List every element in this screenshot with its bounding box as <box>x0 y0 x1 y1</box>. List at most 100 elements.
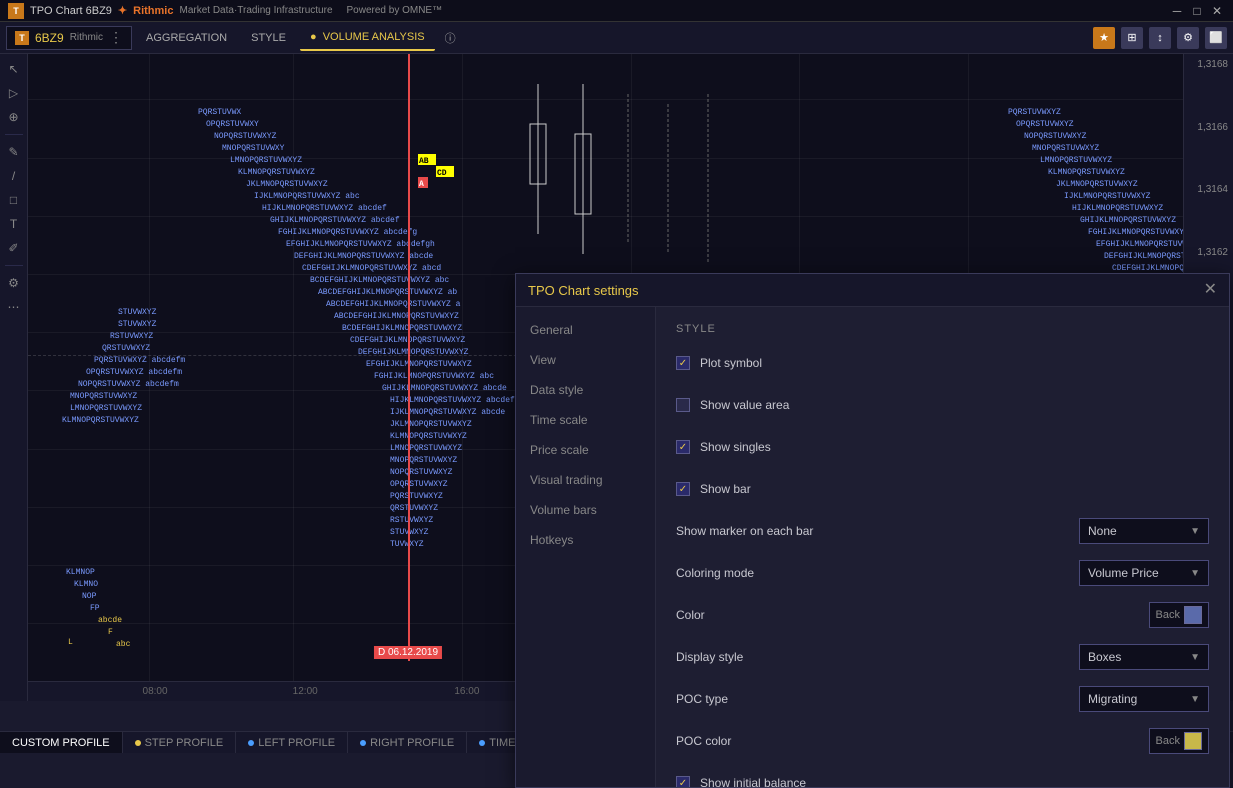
svg-text:NOP: NOP <box>82 592 97 601</box>
svg-text:FGHIJKLMNOPQRSTUVWXYZ abcdefg: FGHIJKLMNOPQRSTUVWXYZ abcdefg <box>278 228 417 237</box>
aggregation-tab[interactable]: AGGREGATION <box>136 25 237 51</box>
svg-text:KLMNOPQRSTUVWXYZ: KLMNOPQRSTUVWXYZ <box>238 168 315 177</box>
show-singles-label: Show singles <box>700 440 1209 454</box>
svg-text:LMNOPQRSTUVWXYZ: LMNOPQRSTUVWXYZ <box>1040 156 1112 165</box>
nav-time-scale[interactable]: Time scale <box>516 405 655 435</box>
fullscreen-icon[interactable]: ⬜ <box>1205 27 1227 49</box>
svg-text:FP: FP <box>90 604 100 613</box>
current-bar-indicator <box>408 54 410 661</box>
show-marker-dropdown[interactable]: None ▼ <box>1079 518 1209 544</box>
show-bar-row: Show bar <box>676 475 1209 503</box>
rect-tool-button[interactable]: □ <box>3 189 25 211</box>
coloring-mode-row: Coloring mode Volume Price ▼ <box>676 559 1209 587</box>
svg-text:PQRSTUVWXYZ: PQRSTUVWXYZ <box>1008 108 1061 117</box>
pointer-tool-button[interactable]: ▷ <box>3 82 25 104</box>
svg-text:BCDEFGHIJKLMNOPQRSTUVWXYZ abc: BCDEFGHIJKLMNOPQRSTUVWXYZ abc <box>310 276 449 285</box>
poc-color-row: POC color Back <box>676 727 1209 755</box>
volume-analysis-dot: ● <box>310 31 317 43</box>
svg-text:OPQRSTUVWXYZ abcdefm: OPQRSTUVWXYZ abcdefm <box>86 368 182 377</box>
nav-hotkeys[interactable]: Hotkeys <box>516 525 655 555</box>
show-initial-balance-checkbox[interactable] <box>676 776 690 787</box>
instrument-broker: Rithmic <box>70 32 103 43</box>
svg-text:IJKLMNOPQRSTUVWXYZ: IJKLMNOPQRSTUVWXYZ <box>1064 192 1151 201</box>
crosshair-tool-button[interactable]: ⊕ <box>3 106 25 128</box>
settings-tool-button[interactable]: ⚙ <box>3 272 25 294</box>
svg-text:TUVWXYZ: TUVWXYZ <box>390 540 424 549</box>
nav-data-style[interactable]: Data style <box>516 375 655 405</box>
nav-volume-bars[interactable]: Volume bars <box>516 495 655 525</box>
svg-text:GHIJKLMNOPQRSTUVWXYZ: GHIJKLMNOPQRSTUVWXYZ <box>1080 216 1176 225</box>
text-tool-button[interactable]: T <box>3 213 25 235</box>
tab-custom-profile[interactable]: CUSTOM PROFILE <box>0 732 123 753</box>
color-label: Color <box>676 608 1149 622</box>
color-swatch[interactable]: Back <box>1149 602 1209 628</box>
settings-icon[interactable]: ⚙ <box>1177 27 1199 49</box>
svg-text:MNOPQRSTUVWXYZ: MNOPQRSTUVWXYZ <box>1032 144 1099 153</box>
maximize-button[interactable]: □ <box>1189 3 1205 19</box>
svg-text:KLMNOPQRSTUVWXYZ: KLMNOPQRSTUVWXYZ <box>390 432 467 441</box>
svg-text:OPQRSTUVWXYZ: OPQRSTUVWXYZ <box>390 480 448 489</box>
plot-symbol-checkbox[interactable] <box>676 356 690 370</box>
svg-text:FGHIJKLMNOPQRSTUVWXYZ: FGHIJKLMNOPQRSTUVWXYZ <box>1088 228 1183 237</box>
cursor-tool-button[interactable]: ↖ <box>3 58 25 80</box>
line-tool-button[interactable]: / <box>3 165 25 187</box>
custom-profile-label: CUSTOM PROFILE <box>12 737 110 749</box>
color-swatch-label: Back <box>1156 609 1180 621</box>
style-tab[interactable]: STYLE <box>241 25 296 51</box>
svg-text:CDEFGHIJKLMNOPQRSTUVWXYZ: CDEFGHIJKLMNOPQRSTUVWXYZ <box>1112 264 1183 273</box>
close-button[interactable]: ✕ <box>1209 3 1225 19</box>
watchlist-icon[interactable]: ★ <box>1093 27 1115 49</box>
powered-by: Powered by OMNE™ <box>347 5 443 16</box>
poc-type-value: Migrating <box>1088 692 1184 706</box>
svg-text:CD: CD <box>437 169 447 178</box>
settings-body: General View Data style Time scale Price… <box>516 307 1229 787</box>
poc-color-swatch-box <box>1184 732 1202 750</box>
nav-view[interactable]: View <box>516 345 655 375</box>
show-singles-checkbox[interactable] <box>676 440 690 454</box>
minimize-button[interactable]: ─ <box>1169 3 1185 19</box>
nav-general[interactable]: General <box>516 315 655 345</box>
poc-type-dropdown[interactable]: Migrating ▼ <box>1079 686 1209 712</box>
svg-text:MNOPQRSTUVWXY: MNOPQRSTUVWXY <box>222 144 285 153</box>
more-tools-button[interactable]: ⋯ <box>3 296 25 318</box>
coloring-mode-dropdown[interactable]: Volume Price ▼ <box>1079 560 1209 586</box>
settings-nav: General View Data style Time scale Price… <box>516 307 656 787</box>
svg-text:MNOPQRSTUVWXYZ: MNOPQRSTUVWXYZ <box>390 456 457 465</box>
svg-text:EFGHIJKLMNOPQRSTUVWXYZ abc: EFGHIJKLMNOPQRSTUVWXYZ abc <box>1096 240 1183 249</box>
layout-icon[interactable]: ⊞ <box>1121 27 1143 49</box>
price-label-1: 1,3168 <box>1186 59 1231 70</box>
nav-price-scale[interactable]: Price scale <box>516 435 655 465</box>
color-swatch-box <box>1184 606 1202 624</box>
svg-text:GHIJKLMNOPQRSTUVWXYZ abcdef: GHIJKLMNOPQRSTUVWXYZ abcdef <box>270 216 400 225</box>
display-style-dropdown[interactable]: Boxes ▼ <box>1079 644 1209 670</box>
brand-name: Rithmic <box>133 5 173 17</box>
info-button[interactable]: ⓘ <box>439 25 462 51</box>
svg-text:KLMNO: KLMNO <box>74 580 98 589</box>
poc-color-swatch[interactable]: Back <box>1149 728 1209 754</box>
tab-left-profile[interactable]: LEFT PROFILE <box>236 732 348 753</box>
instrument-box[interactable]: T 6BZ9 Rithmic ⋮ <box>6 26 132 50</box>
titlebar: T TPO Chart 6BZ9 ✦ Rithmic Market Data·T… <box>0 0 1233 22</box>
svg-text:PQRSTUVWXYZ abcdefm: PQRSTUVWXYZ abcdefm <box>94 356 185 365</box>
plot-symbol-label: Plot symbol <box>700 356 1209 370</box>
show-marker-arrow-icon: ▼ <box>1190 526 1200 537</box>
svg-text:A: A <box>419 180 424 189</box>
edit-tool-button[interactable]: ✎ <box>3 141 25 163</box>
svg-text:EFGHIJKLMNOPQRSTUVWXYZ: EFGHIJKLMNOPQRSTUVWXYZ <box>366 360 472 369</box>
time-label-1: 08:00 <box>143 686 168 697</box>
drawing-tool-button[interactable]: ✐ <box>3 237 25 259</box>
window-title: TPO Chart 6BZ9 <box>30 5 112 17</box>
show-marker-label: Show marker on each bar <box>676 524 1079 538</box>
instrument-menu-icon[interactable]: ⋮ <box>109 29 123 46</box>
time-statistics-dot <box>479 740 485 746</box>
tab-right-profile[interactable]: RIGHT PROFILE <box>348 732 467 753</box>
show-bar-checkbox[interactable] <box>676 482 690 496</box>
nav-visual-trading[interactable]: Visual trading <box>516 465 655 495</box>
time-label-3: 16:00 <box>454 686 479 697</box>
show-value-area-row: Show value area <box>676 391 1209 419</box>
compare-icon[interactable]: ↕ <box>1149 27 1171 49</box>
tab-step-profile[interactable]: STEP PROFILE <box>123 732 237 753</box>
settings-close-button[interactable]: ✕ <box>1204 282 1217 298</box>
show-value-area-checkbox[interactable] <box>676 398 690 412</box>
volume-analysis-tab[interactable]: ● VOLUME ANALYSIS <box>300 25 435 51</box>
